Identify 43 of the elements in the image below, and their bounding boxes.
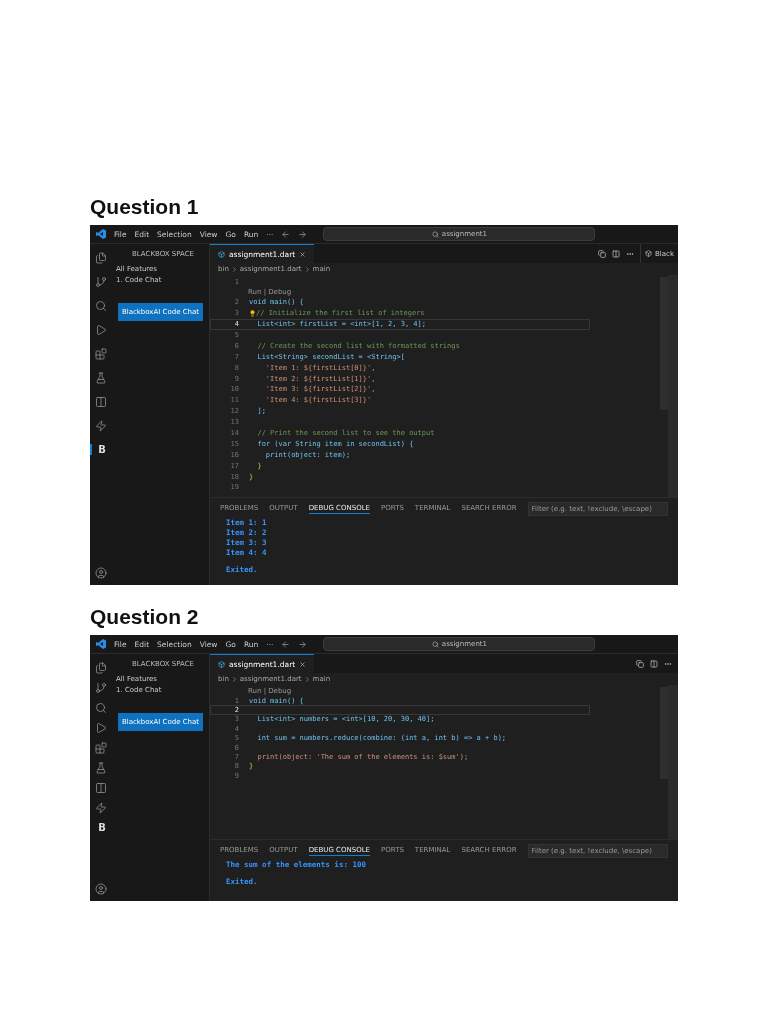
logo-icon	[96, 639, 106, 649]
forward-icon[interactable]	[298, 639, 308, 649]
panel-icon[interactable]	[95, 396, 107, 408]
search-icon[interactable]	[95, 300, 107, 312]
question-heading: Question 1	[90, 195, 200, 219]
blackbox-tab[interactable]: B	[90, 822, 112, 833]
close-icon[interactable]	[299, 660, 307, 668]
extensions-icon[interactable]	[95, 348, 107, 360]
lightning-icon[interactable]	[95, 420, 107, 432]
back-icon[interactable]	[281, 229, 291, 239]
compare-icon[interactable]	[636, 659, 644, 668]
search-icon[interactable]	[95, 702, 107, 714]
forward-icon[interactable]	[298, 229, 308, 239]
back-icon[interactable]	[281, 639, 291, 649]
close-icon[interactable]	[299, 250, 307, 258]
chevron-icon	[303, 265, 311, 273]
run-icon[interactable]	[95, 722, 107, 734]
source-control-icon[interactable]	[95, 682, 107, 694]
chevron-icon	[303, 675, 311, 683]
file-icon	[218, 660, 225, 668]
file-icon	[218, 250, 225, 258]
chevron-icon	[230, 675, 238, 683]
run-icon[interactable]	[95, 324, 107, 336]
split-editor-icon[interactable]	[612, 249, 621, 258]
chevron-icon	[230, 265, 238, 273]
compare-icon[interactable]	[598, 249, 607, 258]
source-control-icon[interactable]	[95, 276, 107, 288]
extensions-icon[interactable]	[95, 742, 107, 754]
search-icon	[431, 640, 439, 648]
flask-icon[interactable]	[95, 762, 107, 774]
logo-icon	[96, 229, 106, 239]
flask-icon[interactable]	[95, 372, 107, 384]
lightning-icon[interactable]	[95, 802, 107, 814]
files-icon[interactable]	[95, 662, 107, 674]
search-icon	[431, 230, 439, 238]
split-editor-icon[interactable]	[650, 659, 658, 668]
lightbulb-icon[interactable]	[249, 309, 256, 317]
question-heading: Question 2	[90, 605, 200, 629]
account-icon[interactable]	[95, 883, 107, 895]
account-icon[interactable]	[95, 567, 107, 579]
files-icon[interactable]	[95, 252, 107, 264]
panel-icon[interactable]	[95, 782, 107, 794]
file-icon	[645, 250, 653, 257]
